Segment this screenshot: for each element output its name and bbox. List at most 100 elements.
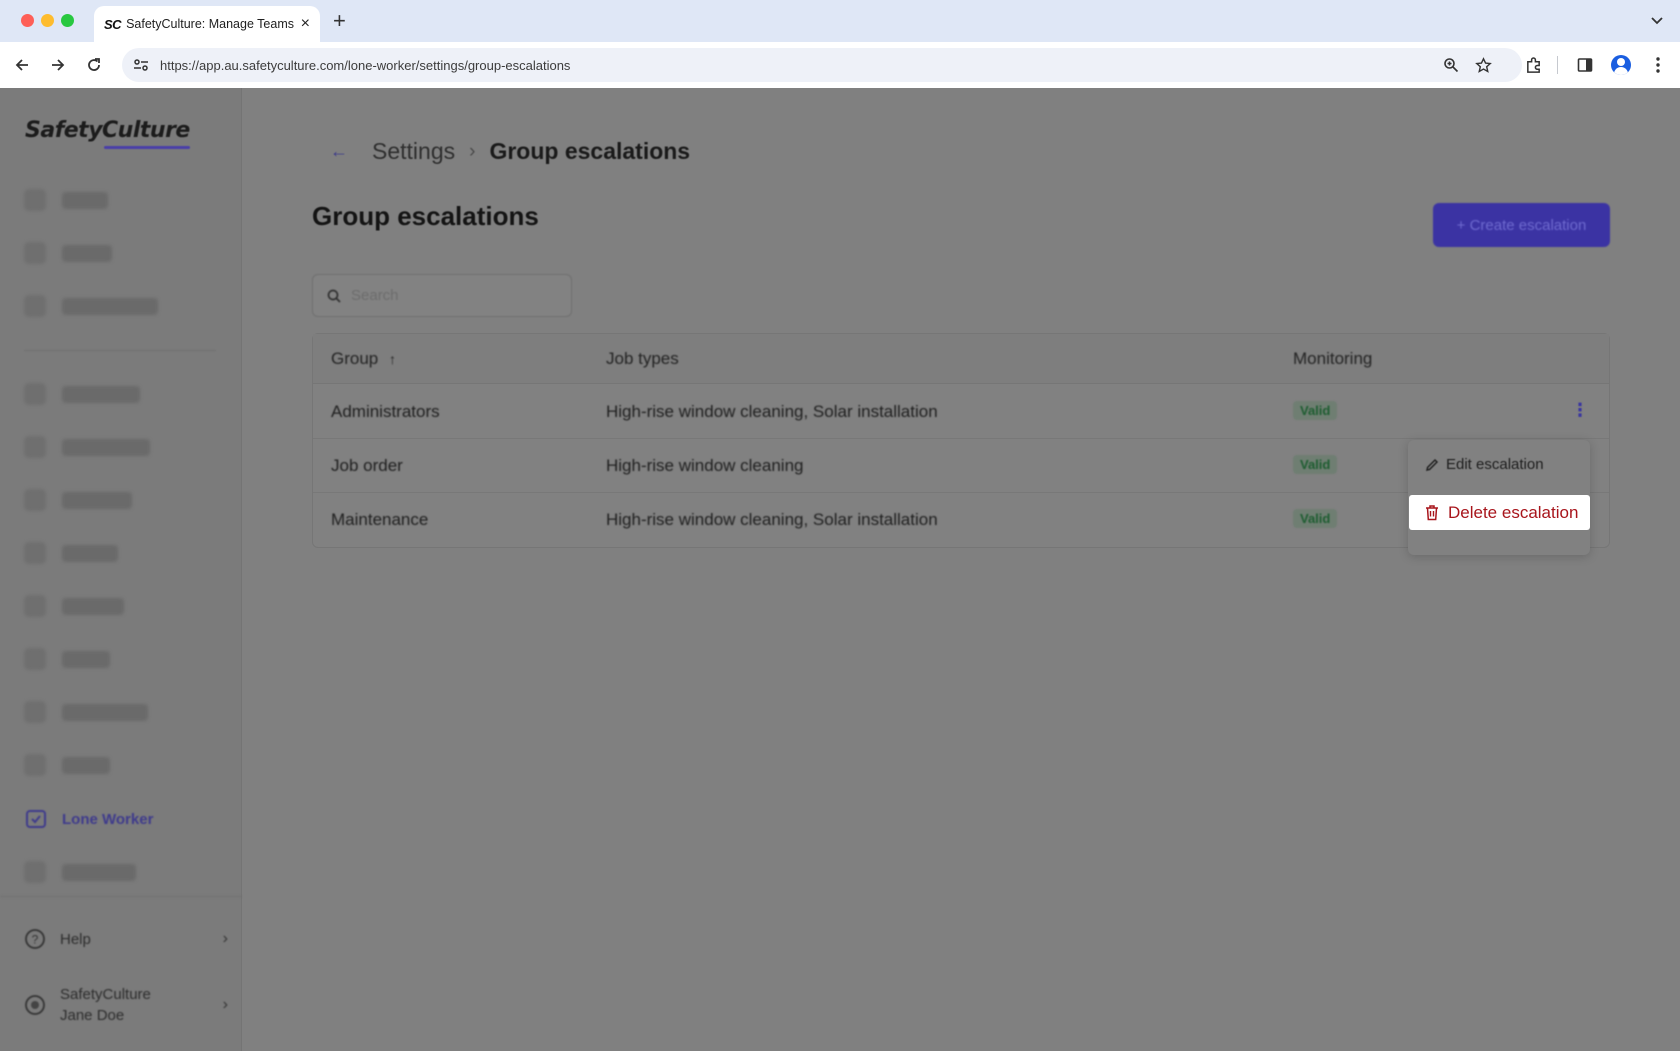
breadcrumb-current: Group escalations [489, 138, 691, 164]
organization-icon [25, 995, 45, 1015]
help-label: Help [60, 930, 91, 948]
sidebar-item[interactable] [24, 697, 148, 727]
reload-icon[interactable] [81, 52, 107, 78]
sidebar-item[interactable] [24, 857, 136, 887]
sidebar-item-icon [24, 861, 46, 883]
sidebar-item-icon [24, 242, 46, 264]
maximize-window-button[interactable] [61, 14, 74, 27]
tab-search-icon[interactable] [1646, 10, 1668, 32]
table-header: Group ↑ Job types Monitoring [313, 334, 1609, 384]
zoom-icon[interactable] [1440, 54, 1462, 76]
breadcrumb: ← Settings › Group escalations [330, 138, 690, 165]
browser-chrome: SC SafetyCulture: Manage Teams and... × … [0, 0, 1680, 88]
sidebar-item-icon [24, 436, 46, 458]
column-header-monitoring: Monitoring [1293, 349, 1373, 368]
logo-accent [104, 146, 190, 149]
sidebar-item[interactable] [24, 644, 110, 674]
sidebar-item-label: Lone Worker [62, 810, 154, 828]
tab-title: SafetyCulture: Manage Teams and... [126, 17, 295, 31]
chevron-right-icon: › [469, 140, 476, 162]
lone-worker-icon [26, 810, 46, 828]
svg-text:?: ? [32, 933, 39, 947]
create-escalation-button[interactable]: + Create escalation [1433, 203, 1610, 247]
table-row[interactable]: Administrators High-rise window cleaning… [313, 385, 1609, 439]
trash-icon [1426, 505, 1438, 521]
sidebar-item[interactable] [24, 591, 124, 621]
breadcrumb-settings-link[interactable]: Settings [372, 138, 455, 165]
chevron-right-icon: › [222, 930, 228, 947]
sidebar-item-label [62, 297, 158, 315]
browser-menu-icon[interactable] [1645, 52, 1671, 78]
sidebar-item-label [62, 703, 148, 721]
search-placeholder: Search [351, 287, 399, 304]
sidebar-item-icon [24, 383, 46, 405]
sidebar-item-icon [24, 701, 46, 723]
sidebar-item-icon [24, 754, 46, 776]
profile-icon[interactable] [1608, 52, 1634, 78]
sort-ascending-icon: ↑ [388, 351, 396, 367]
sidebar-item-label [62, 544, 118, 562]
tab-close-icon[interactable]: × [301, 16, 310, 32]
sidebar-item-label [62, 756, 110, 774]
sidebar-item-icon [24, 189, 46, 211]
site-settings-icon[interactable] [126, 50, 156, 80]
cell-job-types: High-rise window cleaning, Solar install… [606, 402, 938, 421]
help-menu[interactable]: ? Help › [24, 928, 228, 950]
sidebar-item-label [62, 650, 110, 668]
column-header-job-types: Job types [606, 349, 679, 368]
search-icon [327, 289, 341, 303]
address-bar[interactable]: https://app.au.safetyculture.com/lone-wo… [122, 48, 1522, 82]
sidebar-item[interactable] [24, 291, 158, 321]
help-icon: ? [25, 929, 45, 949]
pencil-icon [1425, 458, 1439, 471]
account-name: SafetyCulture Jane Doe [60, 984, 151, 1026]
sidebar-item[interactable] [24, 485, 132, 515]
column-header-group[interactable]: Group ↑ [331, 349, 396, 369]
new-tab-icon[interactable]: + [333, 8, 346, 34]
back-arrow-icon[interactable]: ← [330, 141, 348, 162]
edit-escalation-item[interactable]: Edit escalation [1424, 456, 1544, 473]
sidebar-item[interactable] [24, 379, 140, 409]
search-input[interactable]: Search [312, 274, 572, 317]
sidebar-item-icon [24, 542, 46, 564]
sidebar-item[interactable] [24, 238, 112, 268]
sidebar-item-lone-worker[interactable]: Lone Worker [24, 804, 153, 834]
sidebar-item-icon [24, 489, 46, 511]
sidebar-item[interactable] [24, 432, 150, 462]
close-window-button[interactable] [21, 14, 34, 27]
account-user: Jane Doe [60, 1007, 125, 1024]
sidebar-item[interactable] [24, 185, 108, 215]
bookmark-star-icon[interactable] [1472, 54, 1494, 76]
status-badge: Valid [1293, 509, 1338, 528]
delete-escalation-label: Delete escalation [1448, 502, 1579, 522]
sidebar-item-label [62, 244, 112, 262]
sidebar-item-label [62, 438, 150, 456]
more-options-icon[interactable]: ⋮ [1571, 400, 1589, 421]
status-badge: Valid [1293, 401, 1338, 420]
tab-strip: SC SafetyCulture: Manage Teams and... × … [0, 0, 1680, 42]
forward-icon[interactable] [45, 52, 71, 78]
app-viewport: SafetyCulture Lone Worker ? Help › Safet… [0, 88, 1680, 1051]
delete-escalation-item[interactable]: Delete escalation [1409, 495, 1590, 530]
extensions-icon[interactable] [1520, 52, 1546, 78]
sidebar-item-label [62, 491, 132, 509]
page-title: Group escalations [312, 201, 539, 231]
status-badge: Valid [1293, 455, 1338, 474]
minimize-window-button[interactable] [41, 14, 54, 27]
sidebar-item-label [62, 597, 124, 615]
cell-job-types: High-rise window cleaning, Solar install… [606, 510, 938, 529]
sidebar-item-label [62, 191, 108, 209]
account-menu[interactable]: SafetyCulture Jane Doe › [24, 984, 228, 1026]
cell-group: Administrators [331, 402, 440, 421]
browser-tab[interactable]: SC SafetyCulture: Manage Teams and... × [94, 6, 320, 42]
sidebar-item[interactable] [24, 750, 110, 780]
sidebar-item-icon [24, 595, 46, 617]
back-icon[interactable] [9, 52, 35, 78]
avatar [1611, 55, 1631, 75]
sidebar-divider [24, 350, 216, 351]
side-panel-icon[interactable] [1572, 52, 1598, 78]
sidebar-item-label [62, 385, 140, 403]
sidebar: SafetyCulture Lone Worker ? Help › Safet… [0, 88, 242, 1051]
chevron-right-icon: › [222, 996, 228, 1013]
sidebar-item[interactable] [24, 538, 118, 568]
